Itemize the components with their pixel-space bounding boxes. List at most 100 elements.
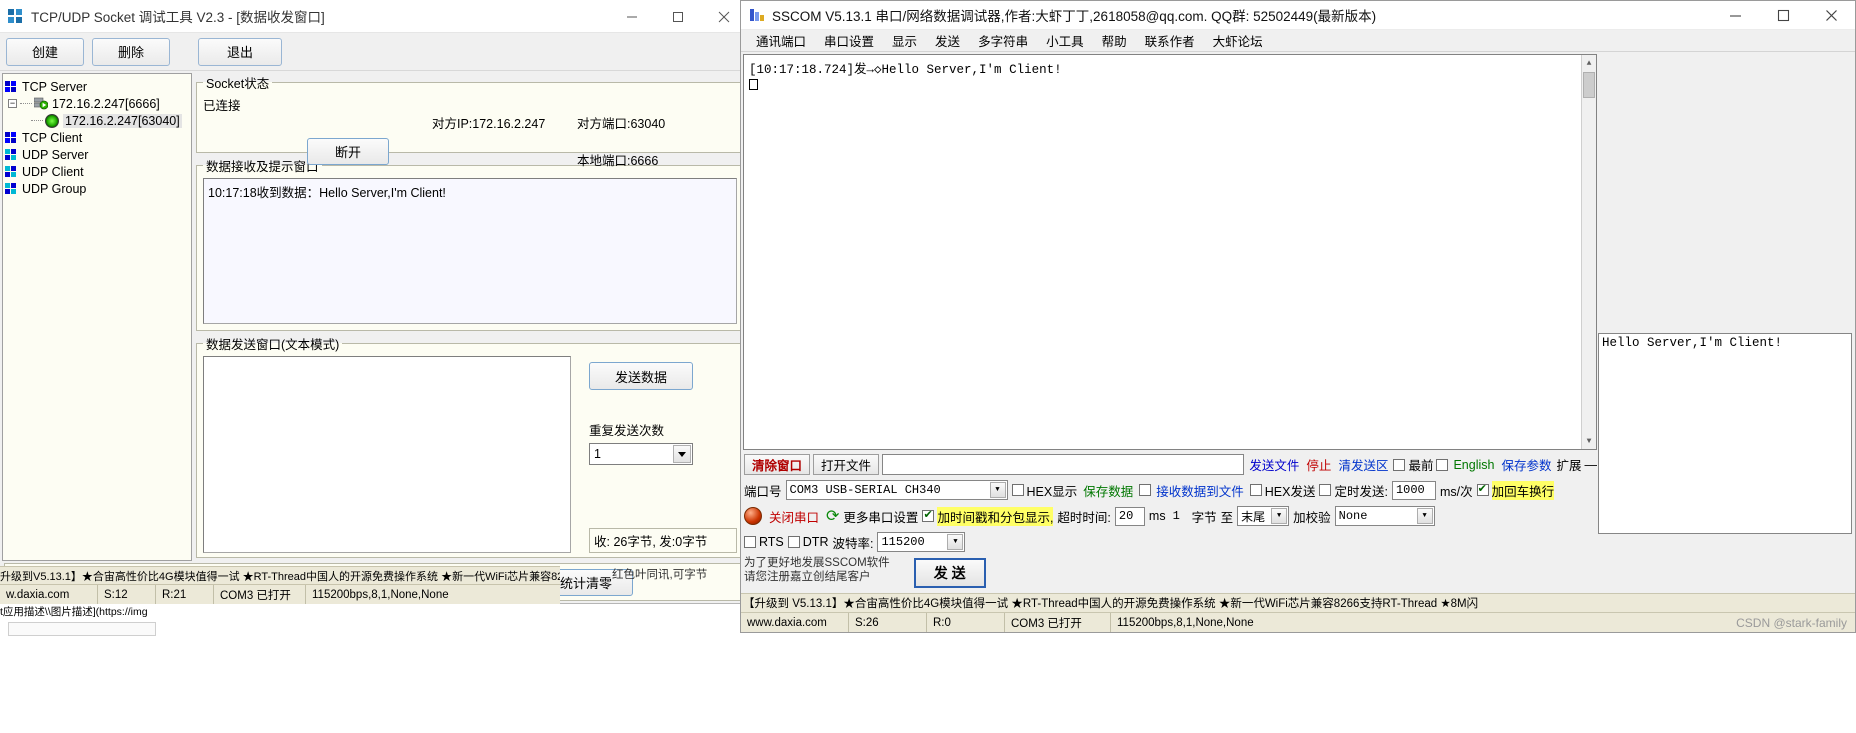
close-port-control[interactable]: 关闭串口 ⟳ <box>744 506 839 526</box>
checkbox-box <box>922 508 935 522</box>
file-path-input[interactable] <box>882 454 1245 475</box>
connection-tree[interactable]: TCP Server − 172.16.2.247[6666] 172.16.2… <box>2 73 192 561</box>
chevron-down-icon[interactable]: ▼ <box>989 482 1006 498</box>
more-settings-label[interactable]: 更多串口设置 <box>843 507 918 526</box>
left-ad-bar: 升级到V5.13.1】★合宙高性价比4G模块值得一试 ★RT-Thread中国人… <box>0 566 560 584</box>
text-cursor <box>749 79 758 90</box>
send-interval-input[interactable]: 1000 <box>1391 480 1436 500</box>
menu-item-help[interactable]: 帮助 <box>1093 31 1136 50</box>
chevron-down-icon[interactable]: ▼ <box>1271 508 1288 524</box>
save-data-link[interactable]: 保存数据 <box>1081 481 1135 500</box>
tree-item-label: UDP Server <box>22 147 89 162</box>
disconnect-button[interactable]: 断开 <box>307 138 389 165</box>
rts-checkbox[interactable]: RTS <box>744 535 784 549</box>
menu-item-display[interactable]: 显示 <box>883 31 926 50</box>
menu-item-send[interactable]: 发送 <box>926 31 969 50</box>
tree-item-connection[interactable]: 172.16.2.247[63040] <box>5 112 189 129</box>
expand-label[interactable]: 扩展 <box>1556 455 1581 474</box>
maximize-icon[interactable] <box>1759 1 1807 30</box>
english-checkbox[interactable]: English <box>1436 458 1496 472</box>
minimize-icon[interactable] <box>609 0 655 33</box>
timestamp-checkbox[interactable]: 加时间戳和分包显示, <box>922 506 1054 526</box>
create-button[interactable]: 创建 <box>6 37 84 66</box>
timeout-input[interactable]: 20 <box>1114 506 1145 526</box>
scrollbar-thumb[interactable] <box>1583 72 1595 98</box>
baud-rate-select[interactable]: 115200 ▼ <box>877 532 966 552</box>
tree-item-udp-server[interactable]: UDP Server <box>5 146 189 163</box>
repeat-count-value: 1 <box>594 447 601 461</box>
left-window-title: TCP/UDP Socket 调试工具 V2.3 - [数据收发窗口] <box>31 10 325 25</box>
clear-send-area-link[interactable]: 清发送区 <box>1336 455 1390 474</box>
receive-textarea[interactable]: 10:17:18收到数据：Hello Server,I'm Client! <box>203 178 737 324</box>
send-button[interactable]: 发 送 <box>913 558 986 588</box>
sscom-window: SSCOM V5.13.1 串口/网络数据调试器,作者:大虾丁丁,2618058… <box>740 0 1856 633</box>
topmost-label: 最前 <box>1408 459 1434 473</box>
chevron-down-icon[interactable]: ▼ <box>1416 508 1433 524</box>
tree-item-listener[interactable]: − 172.16.2.247[6666] <box>5 95 189 112</box>
send-file-link[interactable]: 发送文件 <box>1247 455 1301 474</box>
timed-send-checkbox[interactable]: 定时发送: <box>1319 481 1388 500</box>
save-params-link[interactable]: 保存参数 <box>1499 455 1553 474</box>
send-controls: 发送数据 重复发送次数 1 收: 26字节, 发:0字节 <box>579 356 737 553</box>
tree-item-label: UDP Group <box>22 181 87 196</box>
recv-to-file-checkbox[interactable]: 接收数据到文件 <box>1139 481 1246 500</box>
checkbox-box <box>1139 484 1152 496</box>
console-scrollbar[interactable]: ▲ ▼ <box>1581 55 1596 449</box>
collapse-expander-icon[interactable]: − <box>8 99 17 108</box>
tree-item-udp-client[interactable]: UDP Client <box>5 163 189 180</box>
menu-item-comm-port[interactable]: 通讯端口 <box>747 31 815 50</box>
status-port: COM3 已打开 <box>214 585 306 604</box>
chevron-down-icon[interactable]: ▼ <box>947 534 964 550</box>
chevron-down-icon[interactable] <box>673 445 691 463</box>
send-textarea[interactable]: Hello Server,I'm Client! <box>1598 333 1852 534</box>
repeat-count-select[interactable]: 1 <box>589 443 693 465</box>
sscom-row-port-actions: 关闭串口 ⟳ 更多串口设置 加时间戳和分包显示, 超时时间: 20 ms 1 字… <box>744 504 1597 528</box>
add-crlf-checkbox[interactable]: 加回车换行 <box>1476 480 1555 500</box>
tail-select[interactable]: 末尾 ▼ <box>1237 506 1290 526</box>
left-window-controls <box>609 0 747 33</box>
port-select[interactable]: COM3 USB-SERIAL CH340 ▼ <box>785 480 1008 500</box>
send-data-button[interactable]: 发送数据 <box>589 362 693 390</box>
socket-status-group: Socket状态 已连接 对方IP:172.16.2.247 对方端口:6304… <box>196 73 744 168</box>
hex-send-checkbox[interactable]: HEX发送 <box>1249 481 1316 500</box>
scroll-down-icon[interactable]: ▼ <box>1582 433 1596 449</box>
open-file-button[interactable]: 打开文件 <box>813 454 880 475</box>
status-params: 115200bps,8,1,None,None <box>312 588 449 601</box>
sscom-menubar: 通讯端口 串口设置 显示 发送 多字符串 小工具 帮助 联系作者 大虾论坛 <box>741 30 1855 52</box>
exit-button[interactable]: 退出 <box>198 37 282 66</box>
english-label: English <box>1453 457 1495 472</box>
menu-item-multi-string[interactable]: 多字符串 <box>969 31 1037 50</box>
topmost-checkbox[interactable]: 最前 <box>1393 455 1433 474</box>
scroll-up-icon[interactable]: ▲ <box>1582 55 1596 71</box>
menu-item-serial-settings[interactable]: 串口设置 <box>815 31 883 50</box>
maximize-icon[interactable] <box>655 0 701 33</box>
checkbox-box <box>1393 458 1406 471</box>
checkbox-box <box>1436 458 1449 471</box>
promo-line-2: 请您注册嘉立创结尾客户 <box>744 571 871 583</box>
tree-item-tcp-server[interactable]: TCP Server <box>5 78 189 95</box>
stop-link[interactable]: 停止 <box>1304 455 1333 474</box>
green-dot-icon <box>45 113 59 128</box>
port-status-icon <box>744 507 762 525</box>
sscom-console-output[interactable]: [10:17:18.724]发→◇Hello Server,I'm Client… <box>743 54 1597 450</box>
collapse-icon[interactable]: — <box>1585 458 1598 472</box>
port-value: COM3 USB-SERIAL CH340 <box>789 483 941 497</box>
hex-send-label: HEX发送 <box>1264 484 1316 499</box>
send-textarea[interactable] <box>203 356 571 553</box>
delete-button[interactable]: 删除 <box>92 37 170 66</box>
checksum-select[interactable]: None ▼ <box>1334 506 1435 526</box>
refresh-icon[interactable]: ⟳ <box>826 506 839 526</box>
sscom-title: SSCOM V5.13.1 串口/网络数据调试器,作者:大虾丁丁,2618058… <box>772 9 1377 24</box>
dtr-checkbox[interactable]: DTR <box>787 535 828 549</box>
recv-to-file-label: 接收数据到文件 <box>1156 484 1244 499</box>
close-icon[interactable] <box>1807 1 1855 30</box>
menu-item-forum[interactable]: 大虾论坛 <box>1204 31 1272 50</box>
clear-window-button[interactable]: 清除窗口 <box>744 454 811 475</box>
tree-item-udp-group[interactable]: UDP Group <box>5 180 189 197</box>
app-logo-icon <box>8 8 23 24</box>
minimize-icon[interactable] <box>1711 1 1759 30</box>
tree-item-tcp-client[interactable]: TCP Client <box>5 129 189 146</box>
menu-item-tools[interactable]: 小工具 <box>1037 31 1093 50</box>
hex-display-checkbox[interactable]: HEX显示 <box>1011 481 1077 500</box>
menu-item-contact-author[interactable]: 联系作者 <box>1136 31 1204 50</box>
